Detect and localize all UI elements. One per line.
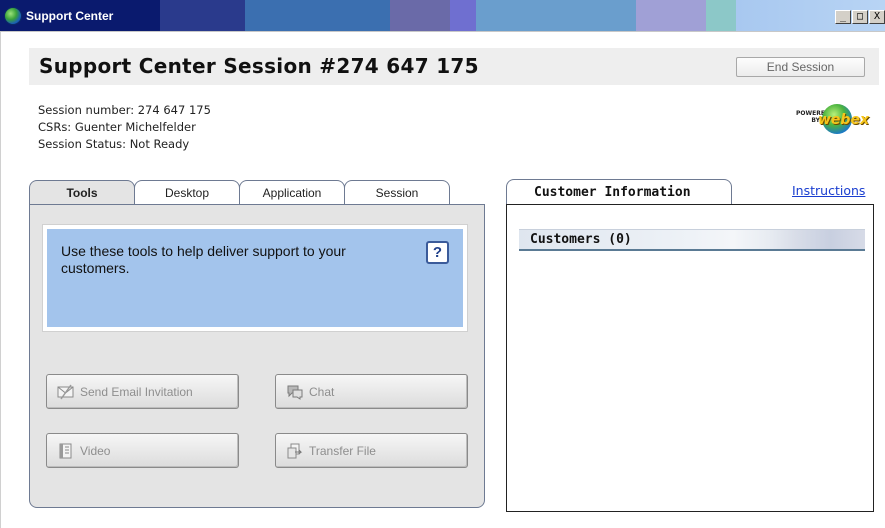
powered-by-text: POWERED BY	[796, 110, 830, 124]
video-button[interactable]: Video	[46, 433, 239, 468]
session-csrs: CSRs: Guenter Michelfelder	[38, 120, 196, 134]
webex-wordmark: webex	[818, 112, 869, 128]
session-status: Session Status: Not Ready	[38, 137, 190, 151]
tab-customer-information[interactable]: Customer Information	[506, 179, 732, 205]
end-session-button[interactable]: End Session	[736, 57, 865, 77]
customer-information-panel: Customers (0)	[506, 204, 874, 512]
session-header: Support Center Session #274 647 175 End …	[29, 48, 879, 85]
tab-tools[interactable]: Tools	[29, 180, 135, 206]
window-title: Support Center	[26, 8, 114, 23]
tab-application[interactable]: Application	[239, 180, 345, 205]
send-email-invitation-button[interactable]: Send Email Invitation	[46, 374, 239, 409]
tools-help-box: Use these tools to help deliver support …	[43, 225, 467, 331]
page-title: Support Center Session #274 647 175	[39, 54, 479, 78]
send-email-invitation-label: Send Email Invitation	[80, 384, 193, 399]
email-icon	[57, 384, 74, 399]
chat-label: Chat	[309, 384, 335, 399]
video-icon	[59, 443, 72, 458]
tab-session[interactable]: Session	[344, 180, 450, 205]
window-title-bar[interactable]: Support Center _ □ X	[0, 0, 885, 32]
window-controls: _ □ X	[835, 10, 885, 24]
instructions-link[interactable]: Instructions	[792, 183, 865, 198]
video-label: Video	[80, 443, 111, 458]
transfer-file-button[interactable]: Transfer File	[275, 433, 468, 468]
chat-button[interactable]: Chat	[275, 374, 468, 409]
tab-desktop[interactable]: Desktop	[134, 180, 240, 205]
transfer-file-label: Transfer File	[309, 443, 376, 458]
maximize-button[interactable]: □	[852, 10, 868, 24]
session-number: Session number: 274 647 175	[38, 103, 211, 117]
customers-header[interactable]: Customers (0)	[519, 229, 865, 251]
window-left-border	[0, 32, 1, 528]
minimize-button[interactable]: _	[835, 10, 851, 24]
help-icon[interactable]: ?	[426, 241, 449, 264]
chat-icon	[287, 385, 303, 400]
app-globe-icon	[4, 6, 22, 25]
transfer-file-icon	[287, 443, 303, 458]
close-button[interactable]: X	[869, 10, 885, 24]
tools-help-text: Use these tools to help deliver support …	[61, 243, 346, 276]
session-info: Session number: 274 647 175 CSRs: Guente…	[38, 102, 211, 153]
tools-panel: Use these tools to help deliver support …	[29, 204, 485, 508]
powered-by-webex-logo: POWERED BY webex	[796, 104, 869, 134]
